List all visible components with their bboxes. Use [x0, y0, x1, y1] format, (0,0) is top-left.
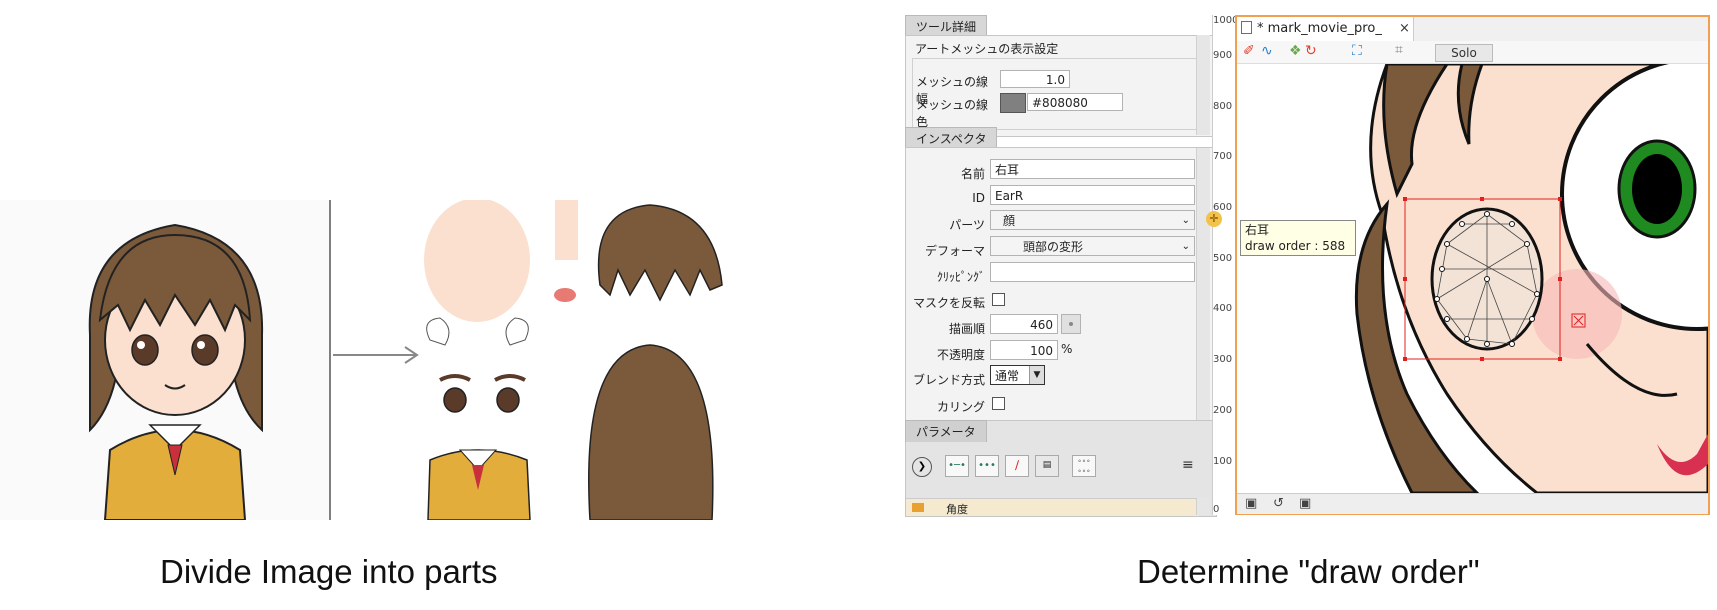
- tooltip-draw-order: draw order : 588: [1245, 239, 1346, 253]
- parameters-scrollbar[interactable]: [1196, 498, 1210, 515]
- selection-tool-icon[interactable]: ✐: [1243, 43, 1255, 59]
- blend-mode-value: 通常: [995, 369, 1020, 383]
- ruler-tick: 900: [1213, 50, 1233, 61]
- dot-icon: [1069, 322, 1073, 326]
- draw-order-label: 描画順: [948, 322, 985, 336]
- canvas-toolbar: ✐ ∿ ❖ ↻ ⛶ ⌗ Solo: [1237, 41, 1708, 64]
- separated-parts-image: [424, 200, 723, 520]
- culling-checkbox[interactable]: [992, 397, 1005, 410]
- character-parts-illustration: [0, 200, 723, 520]
- mesh-color-label: メッシュの線色: [916, 98, 989, 129]
- parts-label: パーツ: [949, 218, 985, 232]
- name-label: 名前: [960, 167, 985, 181]
- mesh-color-input[interactable]: #808080: [1027, 93, 1123, 111]
- opacity-label: 不透明度: [936, 348, 985, 362]
- ruler-tick: 500: [1213, 253, 1233, 264]
- mesh-display-section-title: アートメッシュの表示設定: [915, 42, 1059, 56]
- ruler-tick: 200: [1213, 405, 1233, 416]
- clipping-input[interactable]: [990, 262, 1195, 282]
- tooltip-part-name: 右耳: [1245, 223, 1270, 237]
- fit-view-icon[interactable]: ⛶: [1352, 43, 1362, 59]
- chevron-down-icon: ⌄: [1181, 215, 1190, 226]
- deformer-select-value: 頭部の変形: [1023, 240, 1084, 254]
- dropdown-arrow-icon: ▼: [1029, 366, 1044, 384]
- opacity-unit: %: [1061, 342, 1073, 356]
- arrow-right-icon: [333, 346, 419, 364]
- curve-tool-icon[interactable]: ∿: [1261, 43, 1273, 59]
- ruler-tick: 300: [1213, 354, 1233, 365]
- mesh-tool-icon[interactable]: ❖: [1289, 43, 1302, 59]
- caption-draw-order: Determine "draw order": [1137, 553, 1480, 590]
- editor-window: ツール詳細 アートメッシュの表示設定 メッシュの線幅 1.0 メッシュの線色 #…: [900, 15, 1710, 517]
- canvas-bottom-bar: ▣ ↺ ▣: [1237, 493, 1708, 514]
- move-cursor-icon: ✛: [1206, 211, 1222, 227]
- caption-divide-image: Divide Image into parts: [160, 553, 498, 590]
- parts-select-value: 顔: [1003, 214, 1016, 228]
- inspector-scrollbar[interactable]: [1196, 148, 1210, 436]
- camera-reset-icon[interactable]: ↺: [1273, 496, 1284, 511]
- tab-inspector[interactable]: インスペクタ: [905, 127, 998, 149]
- rotate-tool-icon[interactable]: ↻: [1305, 43, 1317, 59]
- add-keys-icon[interactable]: •••: [975, 455, 999, 477]
- mesh-width-input[interactable]: 1.0: [1000, 70, 1070, 88]
- culling-label: カリング: [936, 400, 985, 414]
- draw-order-reset-button[interactable]: [1061, 314, 1081, 334]
- grid-toggle-icon[interactable]: ⌗: [1395, 42, 1403, 58]
- solo-button[interactable]: Solo: [1435, 44, 1493, 62]
- ruler-tick: 0: [1213, 504, 1220, 515]
- canvas-document-tab[interactable]: * mark_movie_pro_ ×: [1237, 17, 1414, 41]
- tab-tool-details[interactable]: ツール詳細: [905, 15, 988, 37]
- invert-mask-label: マスクを反転: [912, 296, 985, 310]
- ruler-tick: 700: [1213, 151, 1233, 162]
- menu-icon[interactable]: ≡: [1182, 457, 1194, 473]
- parameter-item-label: 角度: [946, 503, 968, 516]
- camera-add-icon[interactable]: ▣: [1299, 496, 1311, 511]
- tab-parameters[interactable]: パラメータ: [905, 420, 987, 442]
- document-icon: [1241, 21, 1252, 34]
- remove-key-icon[interactable]: ∕: [1005, 455, 1029, 477]
- parameter-list-row[interactable]: 角度: [906, 498, 1199, 516]
- deformer-label: デフォーマ: [924, 244, 985, 258]
- deformer-select[interactable]: 頭部の変形 ⌄: [990, 236, 1195, 256]
- parts-select[interactable]: 顔 ⌄: [990, 210, 1195, 230]
- document-tab-title: * mark_movie_pro_: [1257, 21, 1382, 36]
- blend-mode-select[interactable]: 通常 ▼: [990, 365, 1045, 385]
- draw-order-input[interactable]: 460: [990, 314, 1058, 334]
- draw-order-tooltip: 右耳 draw order : 588: [1240, 220, 1356, 256]
- camera-icon[interactable]: ▣: [1245, 496, 1257, 511]
- clipping-label: ｸﾘｯﾋﾟﾝｸﾞ: [936, 270, 985, 284]
- invert-mask-checkbox[interactable]: [992, 293, 1005, 306]
- ruler-tick: 100: [1213, 456, 1233, 467]
- add-key-icon[interactable]: •─•: [945, 455, 969, 477]
- grid-keys-icon[interactable]: ∘∘∘ ∘∘∘: [1072, 455, 1096, 477]
- opacity-input[interactable]: 100: [990, 340, 1058, 360]
- mesh-color-swatch[interactable]: [1000, 93, 1026, 113]
- ruler-tick: 400: [1213, 303, 1233, 314]
- full-character-image: [0, 200, 330, 520]
- vertical-ruler: 1000 900 800 700 600 500 400 300 200 100…: [1212, 15, 1238, 515]
- blend-mode-label: ブレンド方式: [912, 373, 985, 387]
- ruler-tick: 800: [1213, 101, 1233, 112]
- id-input[interactable]: EarR: [990, 185, 1195, 205]
- close-icon[interactable]: ×: [1399, 21, 1410, 36]
- canvas-artwork[interactable]: [1237, 64, 1708, 493]
- name-input[interactable]: 右耳: [990, 159, 1195, 179]
- tool-details-scrollbar[interactable]: [1196, 35, 1210, 135]
- play-circle-icon[interactable]: ❯: [912, 457, 932, 477]
- keyform-icon[interactable]: ▤: [1035, 455, 1059, 477]
- chevron-down-icon: ⌄: [1181, 241, 1190, 252]
- id-label: ID: [972, 191, 985, 205]
- folder-icon: [912, 503, 924, 512]
